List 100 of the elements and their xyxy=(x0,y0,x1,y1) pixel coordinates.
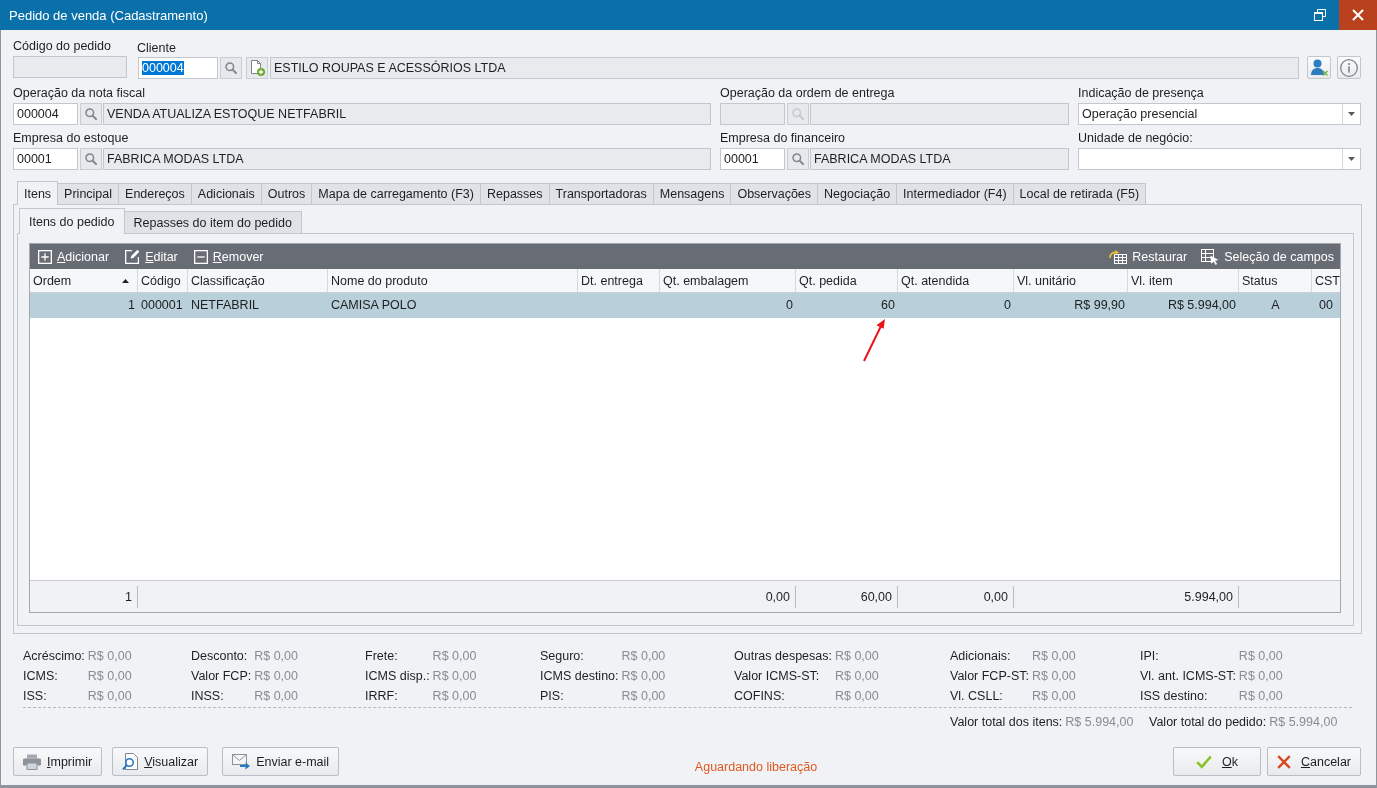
table-cell-text: 0 xyxy=(1003,297,1012,314)
summary-label: Desconto: xyxy=(191,648,249,665)
tab[interactable]: Transportadoras xyxy=(548,183,654,204)
table-cell-text: 000001 xyxy=(140,297,184,314)
restore-layout-button[interactable]: Restaurar xyxy=(1109,245,1188,268)
info-icon xyxy=(1340,58,1358,77)
table-arrow-icon xyxy=(1109,249,1128,264)
tab[interactable]: Mapa de carregamento (F3) xyxy=(311,183,481,204)
tab[interactable]: Adicionais xyxy=(190,183,262,204)
column-header[interactable]: Classificação xyxy=(188,269,328,292)
client-code-field[interactable]: 000004 xyxy=(138,56,218,79)
tab[interactable]: Itens xyxy=(17,181,59,205)
total-label: Valor total dos itens: xyxy=(950,714,1063,731)
tab[interactable]: Intermediador (F4) xyxy=(896,183,1014,204)
tab[interactable]: Local de retirada (F5) xyxy=(1012,183,1147,204)
description-field[interactable]: FABRICA MODAS LTDA xyxy=(103,148,711,170)
column-header[interactable]: Nome do produto xyxy=(328,269,578,292)
column-header[interactable]: Status xyxy=(1239,269,1312,292)
add-button[interactable]: Adicionar xyxy=(38,245,110,268)
remove-button[interactable]: Remover xyxy=(193,245,264,268)
summary-value: R$ 0,00 xyxy=(87,668,132,685)
close-button[interactable] xyxy=(1339,0,1377,30)
code-field[interactable]: 00001 xyxy=(720,148,785,170)
column-total: 5.994,00 xyxy=(1128,585,1239,608)
envelope-icon xyxy=(232,753,251,770)
summary-value: R$ 0,00 xyxy=(1238,668,1283,685)
field-selection-button[interactable]: Seleção de campos xyxy=(1201,245,1334,268)
column-header[interactable]: Dt. entrega xyxy=(578,269,660,292)
tab[interactable]: Endereços xyxy=(118,183,192,204)
search-button[interactable] xyxy=(220,56,242,79)
new-button[interactable] xyxy=(246,56,268,79)
person-icon xyxy=(1310,59,1328,76)
subtab[interactable]: Repasses do item do pedido xyxy=(123,211,302,233)
table-cell-text: 60 xyxy=(880,297,896,314)
dropdown[interactable] xyxy=(1078,148,1361,170)
description-field[interactable] xyxy=(810,103,1069,125)
search-button[interactable] xyxy=(787,148,809,170)
close-icon xyxy=(1352,9,1364,21)
summary-label: IPI: xyxy=(1140,648,1160,665)
person-button[interactable] xyxy=(1307,56,1331,79)
field-label: Operação da nota fiscal xyxy=(13,85,146,101)
tab[interactable]: Negociação xyxy=(817,183,898,204)
printer-icon xyxy=(23,753,41,770)
column-total: 0,00 xyxy=(660,585,796,608)
column-header[interactable]: Vl. unitário xyxy=(1014,269,1128,292)
summary-label: PIS: xyxy=(540,688,565,705)
tab[interactable]: Repasses xyxy=(479,183,550,204)
search-button[interactable] xyxy=(80,103,102,125)
summary-value: R$ 0,00 xyxy=(1031,668,1076,685)
table-cursor-icon xyxy=(1201,248,1220,265)
table-row[interactable]: 1 000001 NETFABRIL CAMISA POLO 0 60 0 R$ 99,90 R$ 5.994,00 A 00 xyxy=(30,293,1340,318)
column-header[interactable]: Qt. atendida xyxy=(898,269,1014,292)
preview-button[interactable]: Visualizar xyxy=(112,747,209,776)
tab[interactable]: Mensagens xyxy=(652,183,732,204)
caret-icon xyxy=(1348,157,1355,161)
summary-label: ICMS: xyxy=(23,668,59,685)
search-icon xyxy=(792,153,804,165)
tab[interactable]: Outros xyxy=(260,183,313,204)
edit-icon xyxy=(125,249,141,264)
restore-icon xyxy=(1314,9,1326,21)
column-header[interactable]: Código xyxy=(138,269,188,292)
column-header[interactable]: Qt. embalagem xyxy=(660,269,796,292)
email-button[interactable]: Enviar e-mail xyxy=(222,747,340,776)
summary-value: R$ 0,00 xyxy=(254,648,298,665)
search-icon xyxy=(85,153,97,165)
table-cell-text: 0 xyxy=(785,297,794,314)
ok-button[interactable]: Ok xyxy=(1172,747,1261,776)
search-icon xyxy=(85,108,97,120)
summary-value: R$ 0,00 xyxy=(254,688,298,705)
code-field[interactable]: 00001 xyxy=(13,148,78,170)
info-button[interactable] xyxy=(1337,56,1361,79)
description-field[interactable]: VENDA ATUALIZA ESTOQUE NETFABRIL xyxy=(103,103,711,125)
column-header[interactable]: Ordem xyxy=(30,269,138,292)
description-field[interactable]: FABRICA MODAS LTDA xyxy=(810,148,1069,170)
document-magnifier-icon xyxy=(122,752,139,771)
total-label: Valor total do pedido: xyxy=(1149,714,1267,731)
tab[interactable]: Principal xyxy=(57,183,120,204)
subtab[interactable]: Itens do pedido xyxy=(19,208,125,234)
column-header[interactable]: Qt. pedida xyxy=(796,269,898,292)
summary-label: COFINS: xyxy=(734,688,786,705)
column-header[interactable]: Vl. item xyxy=(1128,269,1239,292)
cancel-button[interactable]: Cancelar xyxy=(1266,747,1361,776)
table-cell-text: CAMISA POLO xyxy=(330,297,418,314)
field-label: Unidade de negócio: xyxy=(1078,130,1193,146)
edit-button[interactable]: Editar xyxy=(125,245,178,268)
column-total: 0,00 xyxy=(898,585,1014,608)
tab[interactable]: Observações xyxy=(730,183,819,204)
client-name-field[interactable]: ESTILO ROUPAS E ACESSÓRIOS LTDA xyxy=(270,56,1299,79)
field-label: Indicação de presença xyxy=(1078,85,1204,101)
column-header[interactable]: CST xyxy=(1312,269,1340,292)
dropdown[interactable]: Operação presencial xyxy=(1078,103,1361,125)
code-field[interactable]: 000004 xyxy=(13,103,78,125)
sort-icon xyxy=(122,278,129,283)
summary-value: R$ 0,00 xyxy=(621,668,666,685)
summary-value: R$ 0,00 xyxy=(254,668,298,685)
column-total: 60,00 xyxy=(796,585,898,608)
search-button[interactable] xyxy=(80,148,102,170)
print-button[interactable]: Imprimir xyxy=(13,747,103,776)
field-label: Código do pedido xyxy=(13,38,111,54)
summary-value: R$ 0,00 xyxy=(432,648,477,665)
